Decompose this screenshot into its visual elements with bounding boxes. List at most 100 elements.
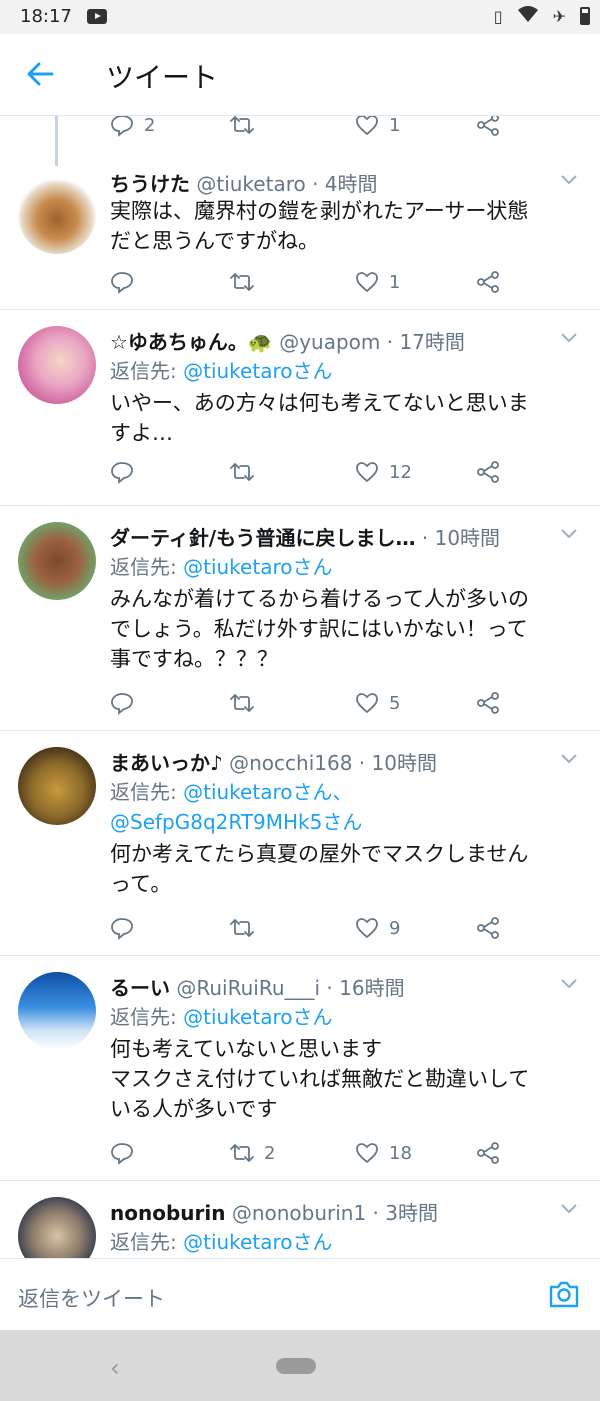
tweet[interactable]: まあいっか♪ @nocchi168 · 10時間 返信先: @tiuketaro… [0, 731, 600, 956]
tweet-text: 何も考えていないと思います マスクさえ付けていれば無敵だと勘違いして いる人が多… [110, 1034, 576, 1124]
system-nav-bar: ‹ [0, 1330, 600, 1401]
like-icon [356, 116, 378, 136]
retweet-icon [230, 694, 254, 712]
reply-to-link[interactable]: @tiuketaroさん [183, 1005, 332, 1029]
chevron-down-icon[interactable] [560, 332, 578, 344]
like-count: 12 [389, 461, 412, 483]
tweet-line: だと思うんですがね。 [110, 229, 319, 253]
like-count: 5 [389, 692, 401, 714]
page-title: ツイート [106, 61, 219, 94]
chevron-down-icon[interactable] [560, 978, 578, 990]
retweet-count: 2 [264, 1142, 276, 1164]
nav-back-icon[interactable]: ‹ [110, 1354, 120, 1382]
display-name[interactable]: まあいっか♪ [110, 751, 223, 775]
reply-icon [111, 693, 133, 715]
tweet-text: いやー、あの方々は何も考えてないと思いま すよ… [110, 388, 576, 448]
share-icon [477, 692, 499, 714]
reply-input[interactable]: 返信をツイート [18, 1283, 165, 1313]
reply-button[interactable] [110, 913, 134, 943]
like-icon [356, 462, 378, 483]
like-count: 1 [389, 116, 401, 136]
display-name[interactable]: ちうけた [110, 172, 190, 196]
avatar[interactable] [18, 176, 96, 254]
retweet-button[interactable]: 2 [230, 1138, 275, 1168]
reply-composer[interactable]: 返信をツイート [0, 1258, 600, 1330]
tweet[interactable]: るーい @RuiRuiRu___i · 16時間 返信先: @tiuketaro… [0, 956, 600, 1181]
tweet[interactable]: ☆ゆあちゅん。🐢 @yuapom · 17時間 返信先: @tiuketaroさ… [0, 310, 600, 506]
tweet-text: みんなが着けてるから着けるって人が多いの でしょう。私だけ外す訳にはいかない！っ… [110, 584, 576, 674]
tweet[interactable]: nonoburin @nonoburin1 · 3時間 返信先: @tiuket… [0, 1181, 600, 1258]
tweet-feed[interactable]: 2 1 ちうけた @tiuketaro · 4時間 実際は、魔界村の鎧を剥がれた… [0, 116, 600, 1258]
reply-to-link[interactable]: @tiuketaroさん [183, 1230, 332, 1254]
retweet-button[interactable] [230, 267, 254, 297]
like-button[interactable]: 12 [355, 457, 412, 487]
share-button[interactable] [476, 913, 500, 943]
like-count: 18 [389, 1142, 412, 1164]
reply-button[interactable] [110, 1138, 134, 1168]
reply-button[interactable] [110, 267, 134, 297]
share-button[interactable] [476, 457, 500, 487]
reply-to: 返信先: @tiuketaroさん [110, 552, 570, 582]
like-button[interactable]: 9 [355, 913, 400, 943]
reply-button[interactable] [110, 688, 134, 718]
avatar[interactable] [18, 1197, 96, 1258]
share-button[interactable] [476, 688, 500, 718]
reply-button[interactable] [110, 457, 134, 487]
like-button[interactable]: 1 [355, 116, 400, 140]
reply-to: 返信先: @tiuketaroさん [110, 1227, 570, 1257]
like-button[interactable]: 5 [355, 688, 400, 718]
reply-to: 返信先: @tiuketaroさん [110, 1002, 570, 1032]
reply-to-prefix: 返信先: [110, 1005, 184, 1029]
reply-button[interactable]: 2 [110, 116, 155, 140]
tweet-line: マスクさえ付けていれば無敵だと勘違いして [110, 1067, 530, 1091]
share-button[interactable] [476, 1138, 500, 1168]
chevron-down-icon[interactable] [560, 753, 578, 765]
share-icon [477, 1142, 499, 1164]
tweet-line: 事ですね。？？？ [110, 647, 278, 671]
avatar[interactable] [18, 747, 96, 825]
handle-time: @nonoburin1 · 3時間 [231, 1201, 438, 1225]
share-icon [477, 116, 499, 136]
reply-to-link[interactable]: @SefpG8q2RT9MHk5さん [110, 810, 362, 834]
chevron-down-icon[interactable] [560, 174, 578, 186]
like-button[interactable]: 18 [355, 1138, 412, 1168]
tweet-line: いやー、あの方々は何も考えてないと思いま [110, 391, 529, 415]
retweet-button[interactable] [230, 116, 264, 140]
reply-to-link[interactable]: @tiuketaroさん [183, 359, 332, 383]
retweet-button[interactable] [230, 688, 254, 718]
retweet-button[interactable] [230, 457, 254, 487]
display-name[interactable]: ☆ゆあちゅん。🐢 [110, 330, 273, 354]
reply-to-link[interactable]: @tiuketaroさん [183, 555, 332, 579]
avatar[interactable] [18, 972, 96, 1050]
display-name[interactable]: nonoburin [110, 1201, 225, 1225]
share-button[interactable] [476, 116, 500, 140]
avatar[interactable] [18, 522, 96, 600]
camera-icon[interactable] [548, 1279, 580, 1309]
top-app-bar: ツイート [0, 34, 600, 116]
handle-time: @RuiRuiRu___i · 16時間 [176, 976, 405, 1000]
avatar[interactable] [18, 326, 96, 404]
display-name[interactable]: るーい [110, 976, 170, 1000]
reply-to: 返信先: @tiuketaroさん、 @SefpG8q2RT9MHk5さん [110, 777, 570, 837]
retweet-icon [230, 919, 254, 937]
reply-to-link[interactable]: @tiuketaroさん、 [183, 780, 352, 804]
reply-to-prefix: 返信先: [110, 780, 184, 804]
status-icons: ▯ ✈ [494, 4, 590, 28]
back-arrow-icon[interactable] [22, 56, 58, 92]
share-icon [477, 917, 499, 939]
like-icon [356, 1143, 378, 1164]
action-bar: 2 18 [110, 1138, 510, 1168]
chevron-down-icon[interactable] [560, 1203, 578, 1215]
like-button[interactable]: 1 [355, 267, 400, 297]
share-button[interactable] [476, 267, 500, 297]
action-bar: 1 [110, 267, 510, 297]
display-name[interactable]: ダーティ針/もう普通に戻しまし… [110, 526, 416, 550]
reply-to-prefix: 返信先: [110, 555, 184, 579]
tweet[interactable]: ダーティ針/もう普通に戻しまし… · 10時間 返信先: @tiuketaroさ… [0, 506, 600, 731]
chevron-down-icon[interactable] [560, 528, 578, 540]
retweet-button[interactable] [230, 913, 254, 943]
thread-line [55, 116, 58, 166]
like-icon [356, 693, 378, 714]
action-bar: 9 [110, 913, 510, 943]
nav-home-pill[interactable] [276, 1358, 316, 1374]
